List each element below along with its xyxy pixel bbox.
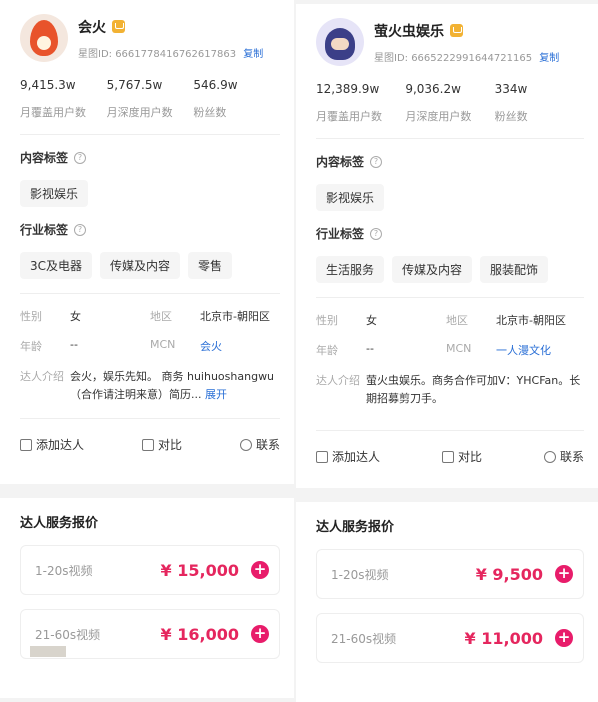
creator-card-right: 萤火虫娱乐 星图ID: 6665222991644721165 复制 12,38… (296, 4, 598, 702)
price-value: ¥ 11,000 (464, 628, 543, 648)
plus-icon[interactable]: + (555, 565, 573, 583)
compare-button[interactable]: 对比 (441, 448, 482, 465)
action-bar: 添加达人 对比 联系 (316, 430, 584, 482)
compare-icon (141, 438, 154, 451)
action-bar: 添加达人 对比 联系 (20, 418, 280, 470)
price-card: 达人服务报价 1-20s视频 ¥ 9,500 + 21-60s视频 ¥ 11,0… (296, 502, 598, 702)
age-value: -- (366, 342, 374, 355)
tag[interactable]: 服装配饰 (480, 256, 549, 283)
tag[interactable]: 零售 (188, 252, 233, 279)
chat-icon (239, 438, 252, 451)
tag[interactable]: 传媒及内容 (100, 252, 181, 279)
avatar[interactable] (316, 18, 364, 66)
divider (20, 293, 280, 294)
chat-icon (543, 450, 556, 463)
info-row-age-mcn: 年龄 -- MCN 会火 (20, 338, 222, 354)
contact-button[interactable]: 联系 (239, 436, 280, 453)
divider (316, 138, 584, 139)
compare-button[interactable]: 对比 (141, 436, 182, 453)
stat-followers: 546.9w 粉丝数 (193, 78, 238, 119)
vip-badge-icon (112, 20, 125, 33)
profile-header: 萤火虫娱乐 星图ID: 6665222991644721165 复制 (316, 14, 584, 70)
compare-icon (441, 450, 454, 463)
price-value: ¥ 9,500 (475, 564, 543, 584)
region-value: 北京市-朝阳区 (200, 310, 270, 323)
tag[interactable]: 生活服务 (316, 256, 385, 283)
creator-card-left: 会火 星图ID: 6661778416762617863 复制 9,415.3w… (0, 0, 294, 698)
price-value: ¥ 16,000 (160, 624, 239, 644)
copy-id-link[interactable]: 复制 (539, 53, 559, 64)
price-title: 达人服务报价 (316, 520, 395, 535)
help-icon[interactable]: ? (74, 223, 87, 236)
price-value: ¥ 15,000 (160, 560, 239, 580)
avatar[interactable] (20, 14, 68, 62)
industry-tags: 3C及电器 传媒及内容 零售 (20, 252, 280, 279)
content-tags-title: 内容标签 ? (316, 153, 584, 170)
help-icon[interactable]: ? (370, 155, 383, 168)
region-value: 北京市-朝阳区 (496, 314, 566, 327)
price-row[interactable]: 21-60s视频 ¥ 11,000 + (316, 613, 584, 663)
stat-monthly-coverage: 9,415.3w 月覆盖用户数 (20, 78, 86, 119)
content-tags: 影视娱乐 (20, 180, 280, 207)
plus-icon[interactable]: + (555, 629, 573, 647)
price-title: 达人服务报价 (20, 516, 99, 531)
price-card: 达人服务报价 1-20s视频 ¥ 15,000 + 21-60s视频 ¥ 16,… (0, 498, 294, 698)
help-icon[interactable]: ? (74, 151, 87, 164)
add-creator-button[interactable]: 添加达人 (316, 448, 380, 465)
expand-link[interactable]: 展开 (205, 388, 227, 401)
creator-name[interactable]: 萤火虫娱乐 (374, 21, 444, 41)
contact-button[interactable]: 联系 (543, 448, 584, 465)
info-row-gender-region: 性别 女 地区 北京市-朝阳区 (20, 310, 270, 323)
help-icon[interactable]: ? (370, 227, 383, 240)
divider (316, 297, 584, 298)
plus-icon[interactable]: + (251, 561, 269, 579)
price-row[interactable]: 1-20s视频 ¥ 9,500 + (316, 549, 584, 599)
stats-row: 12,389.9w 月覆盖用户数 9,036.2w 月深度用户数 334w 粉丝… (316, 82, 584, 124)
add-icon (20, 438, 32, 451)
age-value: -- (70, 338, 78, 351)
stat-followers: 334w 粉丝数 (494, 82, 528, 123)
creator-intro: 达人介绍 萤火虫娱乐。商务合作可加V：YHCFan。长期招募剪刀手。 (316, 374, 581, 405)
info-row-gender-region: 性别 女 地区 北京市-朝阳区 (316, 314, 566, 327)
add-icon (316, 450, 328, 463)
gender-value: 女 (366, 314, 377, 327)
creator-intro: 达人介绍 会火，娱乐先知。 商务 huihuoshangwu（合作请注明来意）简… (20, 370, 275, 401)
gender-value: 女 (70, 310, 81, 323)
tag[interactable]: 传媒及内容 (392, 256, 473, 283)
info-row-age-mcn: 年龄 -- MCN 一人漫文化 (316, 342, 551, 358)
tag[interactable]: 影视娱乐 (20, 180, 89, 207)
creator-profile: 萤火虫娱乐 星图ID: 6665222991644721165 复制 12,38… (296, 4, 598, 488)
content-tags: 影视娱乐 (316, 184, 584, 211)
stat-monthly-deep: 9,036.2w 月深度用户数 (405, 82, 472, 123)
add-creator-button[interactable]: 添加达人 (20, 436, 84, 453)
stats-row: 9,415.3w 月覆盖用户数 5,767.5w 月深度用户数 546.9w 粉… (20, 78, 280, 120)
stat-monthly-coverage: 12,389.9w 月覆盖用户数 (316, 82, 382, 123)
plus-icon[interactable]: + (251, 625, 269, 643)
tag[interactable]: 3C及电器 (20, 252, 93, 279)
tag[interactable]: 影视娱乐 (316, 184, 385, 211)
mcn-link[interactable]: 一人漫文化 (496, 342, 551, 358)
profile-header: 会火 星图ID: 6661778416762617863 复制 (20, 10, 280, 66)
stat-monthly-deep: 5,767.5w 月深度用户数 (106, 78, 173, 119)
star-id: 星图ID: 6661778416762617863 复制 (78, 48, 264, 60)
copy-id-link[interactable]: 复制 (243, 49, 263, 60)
mcn-link[interactable]: 会火 (200, 338, 222, 354)
creator-name[interactable]: 会火 (78, 17, 106, 37)
industry-tags: 生活服务 传媒及内容 服装配饰 (316, 256, 584, 283)
watermark-fragment (30, 646, 66, 657)
star-id: 星图ID: 6665222991644721165 复制 (374, 52, 560, 64)
content-tags-title: 内容标签 ? (20, 149, 280, 166)
divider (20, 134, 280, 135)
creator-profile: 会火 星图ID: 6661778416762617863 复制 9,415.3w… (0, 0, 294, 484)
price-row[interactable]: 1-20s视频 ¥ 15,000 + (20, 545, 280, 595)
vip-badge-icon (450, 24, 463, 37)
industry-tags-title: 行业标签 ? (316, 225, 584, 242)
industry-tags-title: 行业标签 ? (20, 221, 280, 238)
